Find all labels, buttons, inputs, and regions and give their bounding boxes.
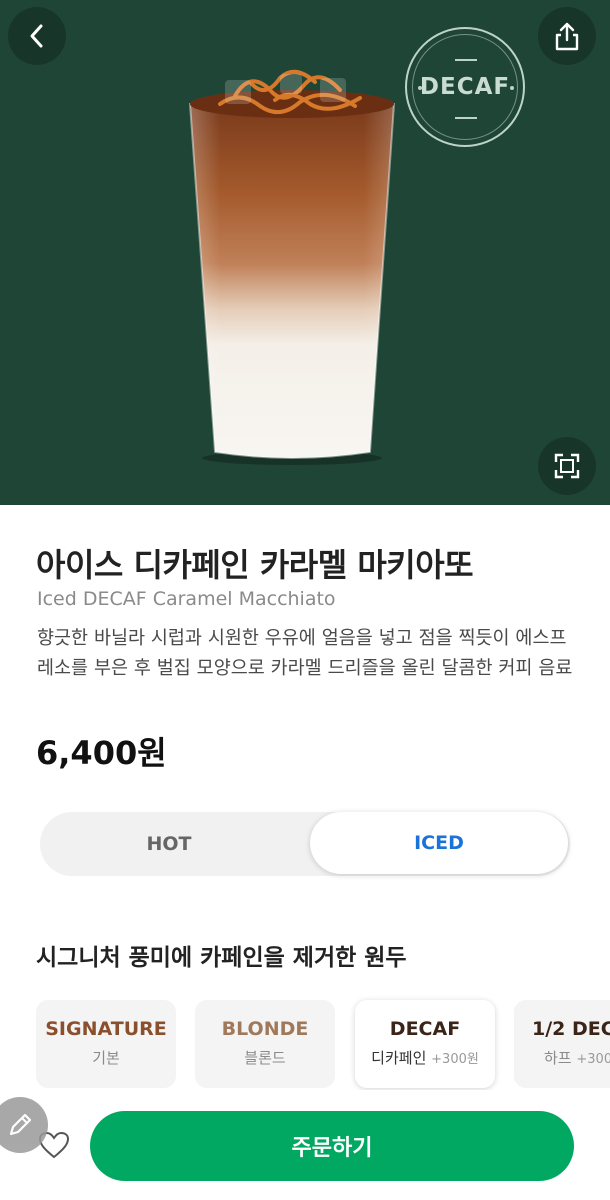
decaf-badge-label: DECAF: [419, 74, 511, 100]
bean-option-extra-price: +300원: [576, 1052, 610, 1067]
bean-option-sub: 블론드: [244, 1049, 286, 1067]
temperature-option-hot[interactable]: HOT: [40, 812, 298, 876]
bean-option-sub: 하프: [544, 1049, 572, 1067]
bean-option-sub: 디카페인: [371, 1049, 427, 1067]
chevron-left-icon: [30, 24, 43, 48]
temperature-toggle: HOT ICED: [40, 812, 570, 876]
expand-image-button[interactable]: [538, 437, 596, 495]
product-english-name: Iced DECAF Caramel Macchiato: [37, 588, 336, 610]
bean-option-name: 1/2 DECAF: [532, 1018, 610, 1040]
share-icon: [555, 22, 579, 51]
product-name: 아이스 디카페인 카라멜 마키아또: [36, 546, 474, 584]
expand-icon: [554, 453, 580, 479]
order-button[interactable]: 주문하기: [90, 1111, 574, 1181]
bean-option-sub: 기본: [92, 1049, 120, 1067]
bean-option-decaf[interactable]: DECAF 디카페인 +300원: [355, 1000, 495, 1088]
bean-option-signature[interactable]: SIGNATURE 기본: [36, 1000, 176, 1088]
bean-option-name: BLONDE: [221, 1018, 309, 1040]
pencil-icon: [9, 1113, 32, 1136]
bean-option-blonde[interactable]: BLONDE 블론드: [195, 1000, 335, 1088]
temperature-option-iced[interactable]: ICED: [310, 812, 568, 874]
bean-option-extra-price: +300원: [431, 1052, 479, 1067]
product-description: 향긋한 바닐라 시럽과 시원한 우유에 얼음을 넣고 점을 찍듯이 에스프레소를…: [37, 628, 573, 679]
product-hero-image: DECAF: [0, 0, 610, 505]
decaf-badge: DECAF: [405, 27, 525, 147]
product-price: 6,400원: [36, 734, 167, 772]
bean-option-name: DECAF: [389, 1018, 461, 1040]
bean-section-title: 시그니처 풍미에 카페인을 제거한 원두: [36, 945, 407, 971]
bean-option-half-decaf[interactable]: 1/2 DECAF 하프 +300원: [514, 1000, 610, 1088]
drink-image: [188, 70, 396, 465]
back-button[interactable]: [8, 7, 66, 65]
share-button[interactable]: [538, 7, 596, 65]
bean-option-name: SIGNATURE: [45, 1018, 167, 1040]
